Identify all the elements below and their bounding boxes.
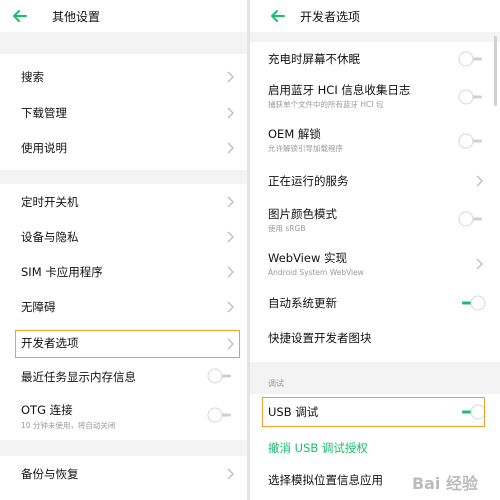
list-item-label: 使用说明 xyxy=(21,141,67,155)
toggle-switch[interactable] xyxy=(458,51,486,67)
list-item-label: WebView 实现 xyxy=(268,251,348,265)
list-item-accessibility[interactable]: 无障碍 xyxy=(0,290,247,324)
list-item-webview[interactable]: WebView 实现 Android System WebView xyxy=(250,246,500,286)
list-item-scheduled-power[interactable]: 定时开关机 xyxy=(0,184,247,220)
toggle-switch[interactable] xyxy=(458,133,486,149)
chevron-right-icon xyxy=(476,258,483,270)
section-gap xyxy=(0,170,247,184)
chevron-right-icon xyxy=(476,175,483,187)
toggle-switch[interactable] xyxy=(207,407,235,423)
list-item-label: 备份与恢复 xyxy=(21,467,79,481)
list-item-recent-task-memory[interactable]: 最近任务显示内存信息 xyxy=(0,362,247,392)
list-item-label: 下载管理 xyxy=(21,106,67,120)
list-item-color-mode[interactable]: 图片颜色模式 使用 sRGB xyxy=(250,202,500,240)
toggle-switch[interactable] xyxy=(458,295,486,311)
list-item-subtitle: 10 分钟未使用，将自动关闭 xyxy=(21,421,116,430)
revoke-usb-auth-link[interactable]: 撤消 USB 调试授权 xyxy=(268,440,368,456)
list-item-quick-tiles[interactable]: 快捷设置开发者图块 xyxy=(250,324,500,352)
toggle-switch[interactable] xyxy=(458,211,486,227)
list-item-bt-hci-log[interactable]: 启用蓝牙 HCI 信息收集日志 捕获单个文件中的所有蓝牙 HCI 包 xyxy=(250,78,500,116)
list-item-subtitle: 捕获单个文件中的所有蓝牙 HCI 包 xyxy=(268,100,384,109)
list-item-backup-restore[interactable]: 备份与恢复 xyxy=(0,458,247,490)
page-title: 其他设置 xyxy=(52,10,101,24)
list-item-instructions[interactable]: 使用说明 xyxy=(0,132,247,166)
list-item-auto-update[interactable]: 自动系统更新 xyxy=(250,290,500,316)
highlight-box xyxy=(15,330,240,358)
highlight-box xyxy=(262,397,485,427)
section-gap xyxy=(0,32,247,54)
chevron-right-icon xyxy=(227,231,234,243)
header: 其他设置 xyxy=(0,0,247,32)
section-gap xyxy=(250,32,500,42)
chevron-right-icon xyxy=(227,71,234,83)
list-item-label: 正在运行的服务 xyxy=(268,174,349,188)
section-label-debugging: 调试 xyxy=(268,379,284,388)
chevron-right-icon xyxy=(227,142,234,154)
list-item-search[interactable]: 搜索 xyxy=(0,56,247,96)
list-item-label: 定时开关机 xyxy=(21,195,79,209)
page-title: 开发者选项 xyxy=(300,10,361,24)
chevron-right-icon xyxy=(227,107,234,119)
arrow-left-icon[interactable] xyxy=(268,6,288,26)
chevron-right-icon xyxy=(227,266,234,278)
list-item-label: 启用蓝牙 HCI 信息收集日志 xyxy=(268,83,411,97)
list-item-otg[interactable]: OTG 连接 10 分钟未使用，将自动关闭 xyxy=(0,396,247,438)
list-item-label: 设备与隐私 xyxy=(21,230,79,244)
list-item-label: 无障碍 xyxy=(21,300,56,314)
developer-options-screen: 开发者选项 充电时屏幕不休眠 启用蓝牙 HCI 信息收集日志 捕获单个文件中的所… xyxy=(250,0,500,500)
list-item-oem-unlock[interactable]: OEM 解锁 允许解锁引导加载程序 xyxy=(250,122,500,160)
list-item-sim-apps[interactable]: SIM 卡应用程序 xyxy=(0,254,247,290)
list-item-label: 最近任务显示内存信息 xyxy=(21,370,136,384)
header: 开发者选项 xyxy=(250,0,500,32)
list-item-subtitle: Android System WebView xyxy=(268,268,364,277)
chevron-right-icon xyxy=(227,468,234,480)
list-item-label: 搜索 xyxy=(21,70,44,84)
chevron-right-icon xyxy=(227,196,234,208)
list-item-subtitle: 允许解锁引导加载程序 xyxy=(268,144,343,153)
watermark: Bai 经验 xyxy=(411,474,478,493)
mock-location-item[interactable]: 选择模拟位置信息应用 xyxy=(268,472,383,488)
list-item-subtitle: 使用 sRGB xyxy=(268,224,306,233)
list-item-label: 快捷设置开发者图块 xyxy=(268,331,372,345)
list-item-stay-awake[interactable]: 充电时屏幕不休眠 xyxy=(250,44,500,74)
list-item-downloads[interactable]: 下载管理 xyxy=(0,96,247,132)
other-settings-screen: 其他设置 搜索 下载管理 使用说明 定时开关机 设备与隐私 SIM 卡应用程序 … xyxy=(0,0,247,500)
list-item-label: OEM 解锁 xyxy=(268,127,321,141)
list-item-device-privacy[interactable]: 设备与隐私 xyxy=(0,220,247,254)
toggle-switch[interactable] xyxy=(458,89,486,105)
list-item-label: 充电时屏幕不休眠 xyxy=(268,52,360,66)
section-gap xyxy=(250,362,500,394)
arrow-left-icon[interactable] xyxy=(10,6,30,26)
list-item-label: OTG 连接 xyxy=(21,403,73,417)
toggle-switch[interactable] xyxy=(207,368,235,384)
section-gap xyxy=(0,440,247,456)
list-item-label: 自动系统更新 xyxy=(268,296,337,310)
list-item-label: SIM 卡应用程序 xyxy=(21,265,103,279)
list-item-label: 图片颜色模式 xyxy=(268,207,337,221)
list-item-running-services[interactable]: 正在运行的服务 xyxy=(250,166,500,196)
chevron-right-icon xyxy=(227,301,234,313)
